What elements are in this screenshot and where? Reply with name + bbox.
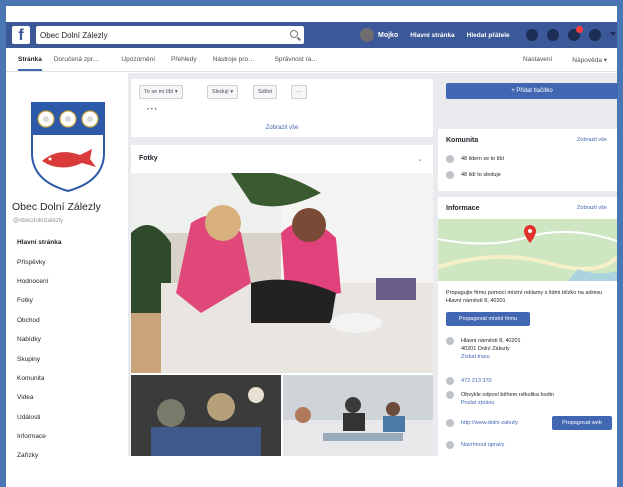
tab-insights[interactable]: Přehledy <box>171 56 197 63</box>
messages-icon[interactable] <box>546 29 559 41</box>
friend-requests-icon[interactable] <box>525 29 538 41</box>
location-map[interactable] <box>438 219 617 281</box>
menu-item-events[interactable]: Události <box>6 408 128 427</box>
follows-row: 48 lidí to sleduje <box>446 171 501 179</box>
page-name: Obec Dolní Zálezly <box>12 201 101 213</box>
help-icon[interactable] <box>588 29 601 41</box>
promo-text: Propagujte firmu pomocí místní reklamy s… <box>446 290 603 304</box>
address-line-2: 40201 Dolní Zálezly <box>461 346 510 352</box>
menu-item-photos[interactable]: Fotky <box>6 291 128 310</box>
menu-item-shop[interactable]: Obchod <box>6 311 128 330</box>
user-profile-link[interactable]: Mojko <box>360 28 398 42</box>
suggest-edits-link[interactable]: Navrhnout úpravy <box>461 442 504 448</box>
page-menu: Hlavní stránka Příspěvky Hodnocení Fotky… <box>6 233 128 466</box>
main-content: Obec Dolní Zálezly @obecdolnizalezly Hla… <box>6 73 618 459</box>
notifications-icon[interactable] <box>567 26 583 41</box>
promote-website-button[interactable]: Propagovat web <box>552 416 612 430</box>
phone-row: 472 213 370 <box>446 377 492 385</box>
like-button[interactable]: To se mi líbí ▾ <box>139 85 183 99</box>
right-column: + Přidat tlačítko Komunita Zobrazit vše … <box>438 73 618 456</box>
settings-link[interactable]: Nastavení <box>523 56 552 64</box>
menu-item-home[interactable]: Hlavní stránka <box>6 233 128 252</box>
globe-icon <box>446 419 454 427</box>
menu-item-groups[interactable]: Skupiny <box>6 349 128 368</box>
menu-item-reviews[interactable]: Hodnocení <box>6 272 128 291</box>
show-all-link[interactable]: Zobrazit vše <box>131 125 433 131</box>
chevron-down-icon[interactable]: ⌄ <box>417 155 423 163</box>
search-input[interactable]: Obec Dolní Zálezly <box>36 26 304 44</box>
tab-publishing-tools[interactable]: Nástroje pro… <box>213 56 255 63</box>
coat-of-arms-logo <box>31 102 105 193</box>
avatar <box>360 28 374 42</box>
search-icon[interactable] <box>290 30 298 38</box>
menu-item-offers[interactable]: Nabídky <box>6 330 128 349</box>
search-value: Obec Dolní Zálezly <box>40 30 108 40</box>
share-button[interactable]: Sdílet <box>253 85 278 99</box>
follow-button[interactable]: Sledují ▾ <box>207 85 239 99</box>
phone-icon <box>446 377 454 385</box>
community-card: Komunita Zobrazit vše 48 lidem se to líb… <box>438 129 617 191</box>
tab-inbox[interactable]: Doručená zpr… <box>54 56 100 63</box>
tab-ad-management[interactable]: Správnost ra… <box>275 56 318 63</box>
add-button[interactable]: + Přidat tlačítko <box>446 83 618 99</box>
facebook-logo-icon[interactable]: f <box>12 26 30 44</box>
address-row: Hlavní náměstí 8, 40201 40201 Dolní Zále… <box>446 337 521 361</box>
website-row: http://www.dolni-zalezly <box>446 419 518 427</box>
top-navigation-bar: f Obec Dolní Zálezly Mojko Hlavní stránk… <box>6 22 617 48</box>
help-link[interactable]: Nápověda ▾ <box>572 56 607 64</box>
follows-count: 48 lidí to sleduje <box>461 172 501 178</box>
nav-find-friends-link[interactable]: Hledat přátele <box>467 32 510 39</box>
response-time: Obvykle odpoví během několika hodin <box>461 392 554 398</box>
info-card: Informace Zobrazit vše Propagujte firmu … <box>438 197 617 456</box>
likes-count: 48 lidem se to líbí <box>461 156 505 162</box>
follow-icon <box>446 171 454 179</box>
menu-item-posts[interactable]: Příspěvky <box>6 252 128 271</box>
featured-photo[interactable] <box>131 173 433 373</box>
photo-thumbnail-1[interactable] <box>131 375 281 456</box>
page-tabs-bar: Stránka Doručená zpr… Upozornění Přehled… <box>6 48 617 72</box>
location-pin-icon <box>446 337 454 345</box>
info-show-all-link[interactable]: Zobrazit vše <box>577 205 607 211</box>
phone-number[interactable]: 472 213 370 <box>461 378 492 384</box>
response-row: Obvykle odpoví během několika hodin Posl… <box>446 391 554 407</box>
photos-title: Fotky <box>139 155 158 162</box>
address-line-1: Hlavní náměstí 8, 40201 <box>461 338 521 344</box>
community-show-all-link[interactable]: Zobrazit vše <box>577 137 607 143</box>
edit-icon <box>446 441 454 449</box>
tab-notifications[interactable]: Upozornění <box>121 56 155 63</box>
more-options-button[interactable]: ··· <box>291 85 307 99</box>
photo-thumbnail-2[interactable] <box>283 375 433 456</box>
send-message-link[interactable]: Poslat zprávu <box>461 399 554 407</box>
suggest-edits-row: Navrhnout úpravy <box>446 441 504 449</box>
community-title: Komunita <box>446 137 479 144</box>
user-name: Mojko <box>378 31 399 39</box>
menu-item-about[interactable]: Informace <box>6 427 128 446</box>
promote-local-business-button[interactable]: Propagovat místní firmu <box>446 312 530 326</box>
website-link[interactable]: http://www.dolni-zalezly <box>461 420 518 426</box>
nav-icon-group <box>525 26 616 41</box>
menu-item-more[interactable]: Zařízky <box>6 446 128 465</box>
ellipsis-icon: • • • <box>147 107 157 113</box>
photos-card: Fotky ⌄ <box>131 145 433 456</box>
messenger-icon <box>446 391 454 399</box>
page-handle: @obecdolnizalezly <box>13 218 64 224</box>
thumbs-up-icon <box>446 155 454 163</box>
left-sidebar: Obec Dolní Zálezly @obecdolnizalezly Hla… <box>6 73 128 459</box>
center-column: To se mi líbí ▾ Sledují ▾ Sdílet ··· • •… <box>131 73 433 456</box>
likes-row: 48 lidem se to líbí <box>446 155 504 163</box>
nav-home-link[interactable]: Hlavní stránka <box>410 32 454 39</box>
tabs-right-links: Nastavení Nápověda ▾ <box>523 56 607 64</box>
menu-item-community[interactable]: Komunita <box>6 369 128 388</box>
get-directions-link[interactable]: Získat trasu <box>461 353 521 361</box>
menu-item-videos[interactable]: Videa <box>6 388 128 407</box>
account-menu-icon[interactable] <box>609 32 616 38</box>
page-actions-card: To se mi líbí ▾ Sledují ▾ Sdílet ··· • •… <box>131 79 433 137</box>
tab-page[interactable]: Stránka <box>18 56 42 71</box>
info-title: Informace <box>446 205 480 212</box>
